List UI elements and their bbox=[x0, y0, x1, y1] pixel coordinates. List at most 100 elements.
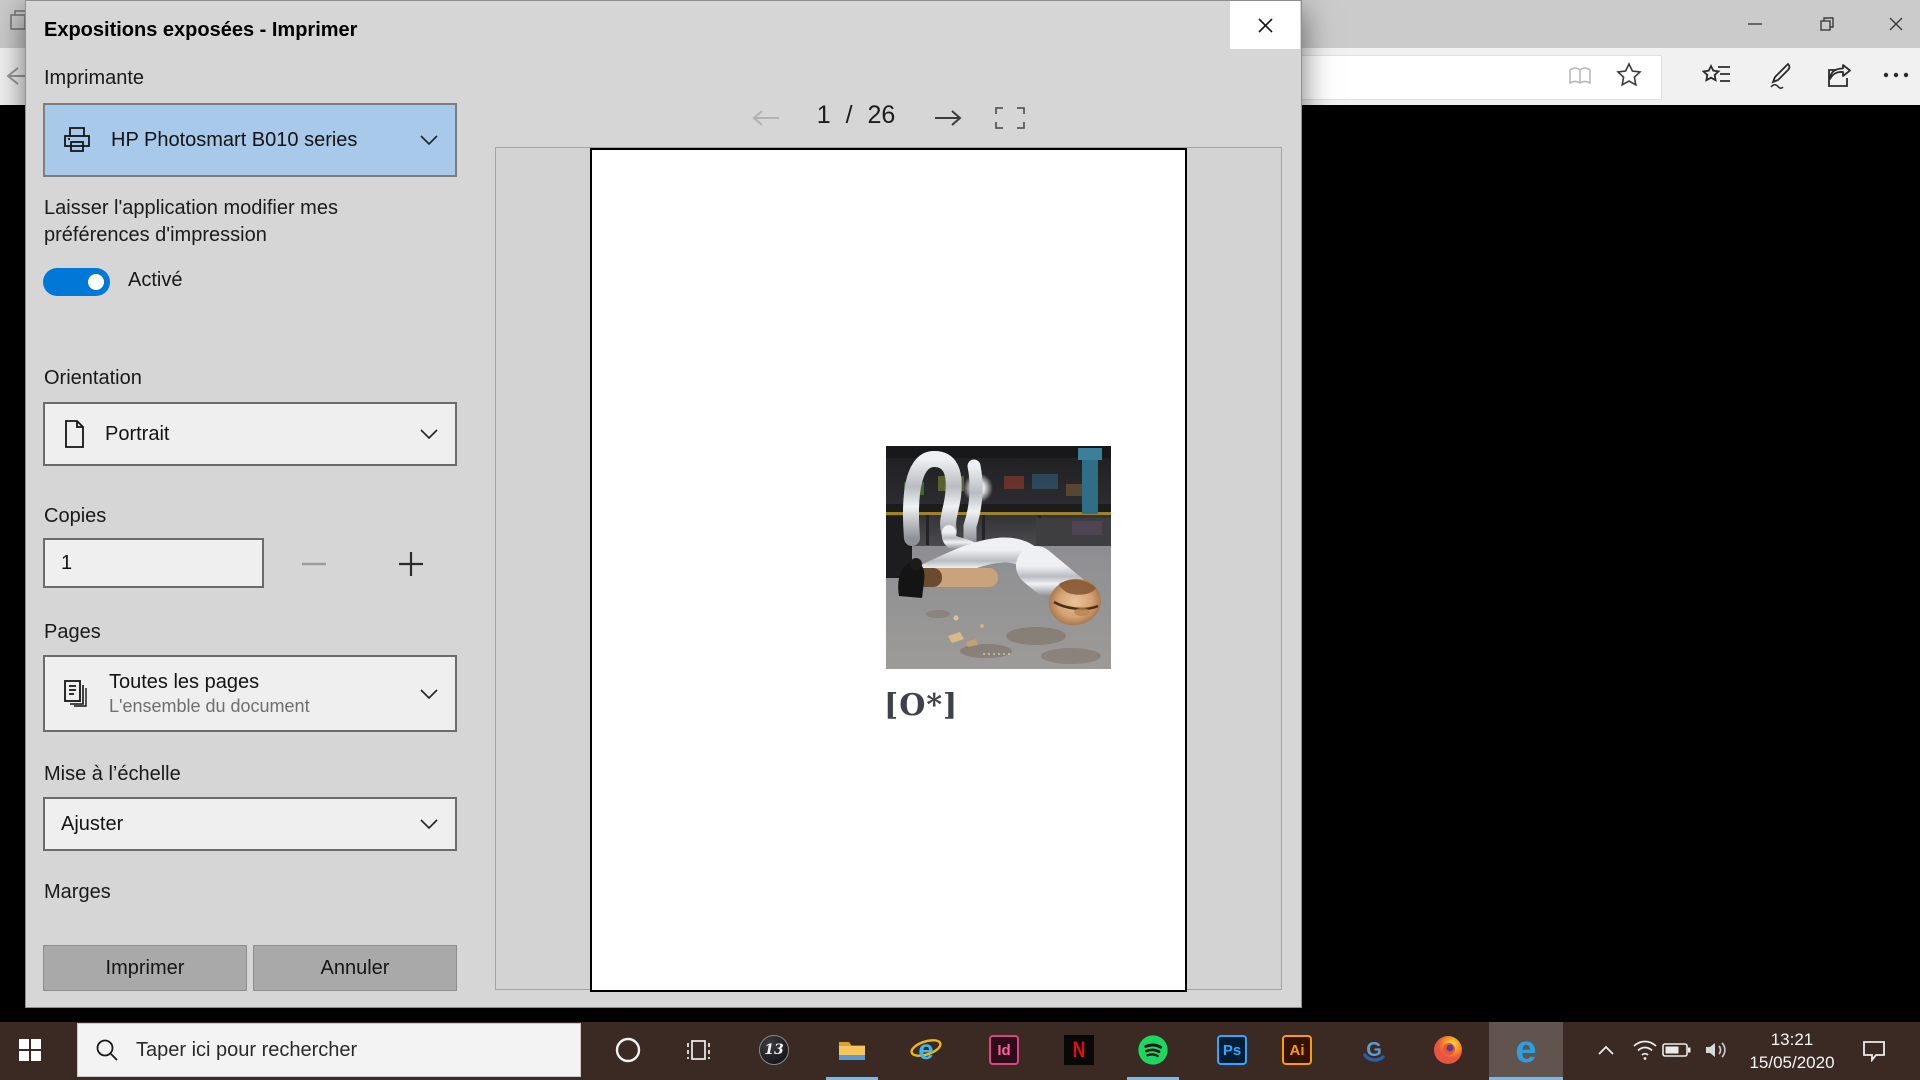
g-app-icon: G bbox=[1357, 1033, 1391, 1067]
all-pages-icon bbox=[61, 678, 91, 710]
speaker-icon bbox=[1703, 1039, 1729, 1061]
window-close-button[interactable] bbox=[1873, 0, 1919, 48]
photo-caption: [O*] bbox=[884, 688, 958, 723]
app-preferences-toggle[interactable] bbox=[43, 268, 110, 296]
taskbar-app-netflix[interactable]: N bbox=[1055, 1026, 1103, 1074]
preview-sheet: [O*] bbox=[590, 148, 1187, 992]
page-indicator: 1 / 26 bbox=[798, 101, 914, 130]
fit-to-page-button[interactable] bbox=[988, 101, 1032, 135]
previous-page-button[interactable] bbox=[742, 99, 790, 137]
search-input[interactable] bbox=[134, 1038, 518, 1063]
share-icon[interactable] bbox=[1823, 60, 1855, 92]
taskbar-app-illustrator[interactable]: Ai bbox=[1273, 1026, 1321, 1074]
cancel-button[interactable]: Annuler bbox=[253, 945, 457, 991]
chevron-down-icon bbox=[419, 688, 439, 700]
annotate-pen-icon[interactable] bbox=[1763, 60, 1795, 92]
dialog-title: Expositions exposées - Imprimer bbox=[44, 19, 357, 42]
copies-label: Copies bbox=[44, 505, 106, 528]
clock-time: 13:21 bbox=[1738, 1028, 1846, 1051]
plus-icon bbox=[398, 551, 424, 577]
copies-increment-button[interactable] bbox=[388, 541, 434, 587]
spotify-icon bbox=[1137, 1034, 1169, 1066]
favorites-list-icon[interactable] bbox=[1702, 60, 1734, 92]
reading-view-icon[interactable] bbox=[1566, 62, 1594, 90]
cortana-button[interactable] bbox=[604, 1026, 652, 1074]
copies-decrement-button[interactable] bbox=[293, 547, 335, 581]
task-view-button[interactable] bbox=[673, 1026, 721, 1074]
file-explorer-icon bbox=[837, 1035, 867, 1065]
printer-icon bbox=[61, 125, 93, 155]
taskbar-app-spotify[interactable] bbox=[1129, 1026, 1177, 1074]
tray-wifi[interactable] bbox=[1627, 1032, 1663, 1068]
next-page-button[interactable] bbox=[924, 99, 972, 137]
internet-explorer-icon: e bbox=[909, 1034, 943, 1066]
start-button[interactable] bbox=[6, 1026, 54, 1074]
preview-photo bbox=[886, 446, 1111, 669]
chevron-down-icon bbox=[419, 818, 439, 830]
illustrator-badge-label: Ai bbox=[1290, 1042, 1305, 1059]
orientation-select[interactable]: Portrait bbox=[43, 402, 457, 466]
arrow-right-icon bbox=[933, 109, 963, 127]
pages-select-value: Toutes les pages bbox=[109, 671, 310, 694]
taskbar-app-g[interactable]: G bbox=[1350, 1026, 1398, 1074]
toggle-knob bbox=[88, 274, 104, 290]
scaling-label: Mise à l’échelle bbox=[44, 763, 181, 786]
favorite-star-icon[interactable] bbox=[1614, 60, 1644, 90]
window-restore-button[interactable] bbox=[1804, 0, 1850, 48]
clock-date: 15/05/2020 bbox=[1738, 1051, 1846, 1074]
orientation-label: Orientation bbox=[44, 367, 142, 390]
edge-icon: e bbox=[1507, 1031, 1545, 1069]
orientation-select-value: Portrait bbox=[105, 423, 169, 446]
taskbar-app-internet-explorer[interactable]: e bbox=[902, 1026, 950, 1074]
netflix-badge-label: N bbox=[1073, 1037, 1086, 1063]
pages-label: Pages bbox=[44, 621, 101, 644]
scaling-select[interactable]: Ajuster bbox=[43, 797, 457, 851]
print-dialog: Expositions exposées - Imprimer Impriman… bbox=[25, 0, 1302, 1008]
tray-chevron-up[interactable] bbox=[1588, 1032, 1624, 1068]
scaling-select-value: Ajuster bbox=[61, 813, 123, 836]
g-letter: G bbox=[1366, 1039, 1382, 1061]
taskbar-app-firefox[interactable] bbox=[1424, 1026, 1472, 1074]
battery-icon bbox=[1662, 1042, 1692, 1058]
toggle-state-label: Activé bbox=[128, 269, 182, 292]
page-current: 1 bbox=[817, 101, 831, 129]
photoshop-badge-label: Ps bbox=[1223, 1042, 1241, 1059]
margins-label: Marges bbox=[44, 881, 111, 904]
more-menu-icon[interactable] bbox=[1882, 70, 1910, 80]
orb-badge-label: 13 bbox=[764, 1042, 783, 1058]
taskbar-app-photoshop[interactable]: Ps bbox=[1208, 1026, 1256, 1074]
close-icon bbox=[1257, 17, 1274, 34]
taskbar-app-edge-active-tile[interactable]: e bbox=[1489, 1022, 1563, 1080]
task-view-icon bbox=[682, 1035, 712, 1065]
allow-app-preferences-text: Laisser l'application modifier mes préfé… bbox=[44, 195, 396, 249]
pages-select-subvalue: L'ensemble du document bbox=[109, 696, 310, 717]
cortana-icon bbox=[614, 1036, 642, 1064]
tray-volume[interactable] bbox=[1698, 1032, 1734, 1068]
action-center-button[interactable] bbox=[1856, 1032, 1892, 1068]
taskbar-app-file-explorer[interactable] bbox=[828, 1026, 876, 1074]
printer-select-value: HP Photosmart B010 series bbox=[111, 129, 357, 152]
tray-battery[interactable] bbox=[1659, 1032, 1695, 1068]
window-minimize-button[interactable] bbox=[1732, 0, 1778, 48]
dialog-close-button[interactable] bbox=[1230, 1, 1300, 49]
action-center-icon bbox=[1861, 1038, 1887, 1062]
firefox-icon bbox=[1432, 1034, 1464, 1066]
indesign-badge-label: Id bbox=[997, 1042, 1010, 1059]
portrait-document-icon bbox=[61, 419, 87, 449]
wifi-icon bbox=[1632, 1039, 1658, 1061]
printer-label: Imprimante bbox=[44, 67, 144, 90]
edge-icon-wrap: e bbox=[1502, 1026, 1550, 1074]
chevron-up-icon bbox=[1597, 1044, 1615, 1056]
copies-input[interactable] bbox=[43, 538, 264, 588]
taskbar-search[interactable] bbox=[77, 1023, 581, 1077]
print-button[interactable]: Imprimer bbox=[43, 945, 247, 991]
edge-letter: e bbox=[1515, 1031, 1536, 1069]
chevron-down-icon bbox=[419, 134, 439, 146]
taskbar-app-orb[interactable]: 13 bbox=[750, 1026, 798, 1074]
taskbar-clock[interactable]: 13:21 15/05/2020 bbox=[1738, 1028, 1846, 1074]
taskbar-app-indesign[interactable]: Id bbox=[980, 1026, 1028, 1074]
pages-select[interactable]: Toutes les pages L'ensemble du document bbox=[43, 655, 457, 732]
page-total: 26 bbox=[867, 101, 895, 129]
fullscreen-icon bbox=[994, 106, 1026, 130]
printer-select[interactable]: HP Photosmart B010 series bbox=[43, 103, 457, 177]
